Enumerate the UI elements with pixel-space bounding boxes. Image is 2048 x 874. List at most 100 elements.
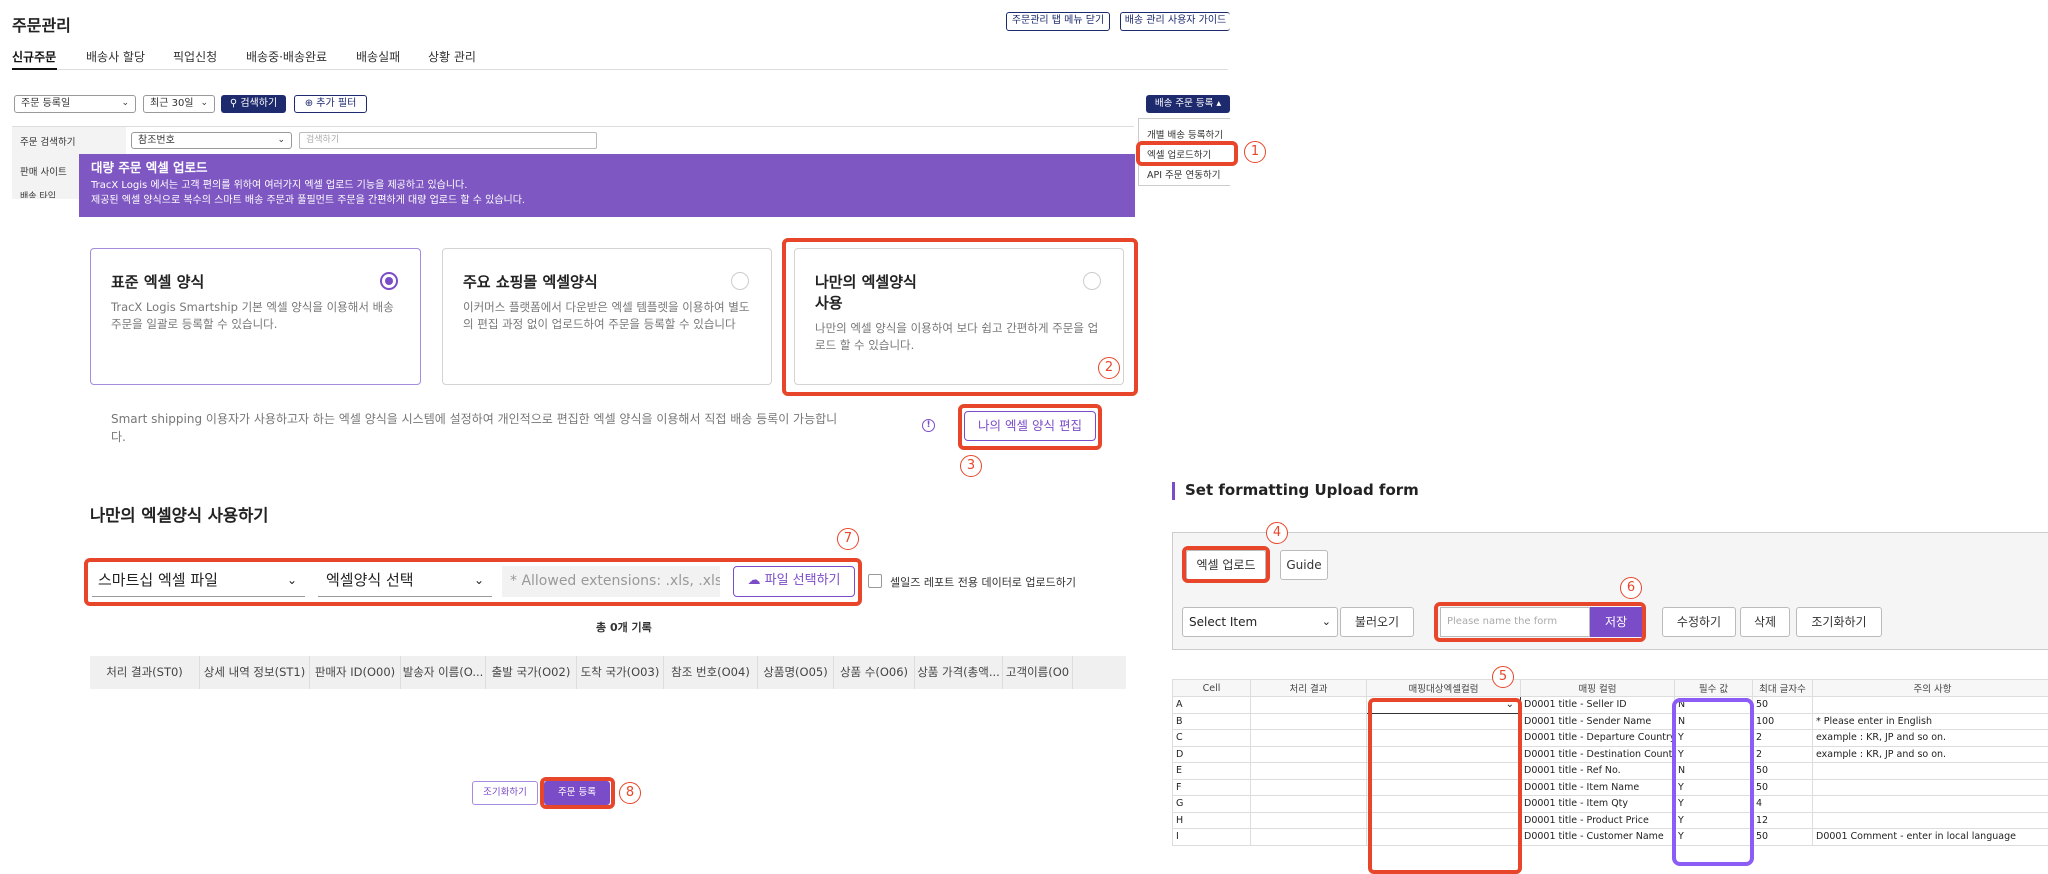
edit-form-button[interactable]: 수정하기 — [1662, 607, 1736, 637]
max-length-cell: 50 — [1752, 778, 1813, 796]
sales-report-checkbox[interactable] — [868, 574, 882, 588]
user-guide-button[interactable]: 배송 관리 사용자 가이드 — [1120, 12, 1230, 31]
mapping-column-cell: D0001 title - Sender Name — [1520, 712, 1675, 730]
note-cell: example : KR, JP and so on. — [1812, 745, 2048, 763]
menu-item-api[interactable]: API 주문 연동하기 — [1147, 167, 1221, 181]
reset-form-button[interactable]: 조기화하기 — [1796, 607, 1882, 637]
mapping-target-select[interactable] — [1366, 712, 1521, 730]
card-title: 표준 엑셀 양식 — [111, 273, 205, 291]
mapping-column-cell: D0001 title - Customer Name — [1520, 828, 1675, 846]
process-result-cell — [1250, 729, 1367, 747]
marker-8: 8 — [619, 782, 641, 804]
submit-order-button[interactable]: 주문 등록 — [544, 781, 610, 805]
file-type-select[interactable]: 스마트십 엑셀 파일 ⌄ — [92, 566, 305, 597]
cell-letter: F — [1172, 778, 1251, 796]
form-select[interactable]: 엑셀양식 선택 ⌄ — [318, 566, 492, 597]
banner-line-2: 제공된 엑셀 양식으로 복수의 스마트 배송 주문과 풀필먼트 주문을 간편하게… — [91, 195, 526, 206]
format-panel-title: Set formatting Upload form — [1185, 481, 1419, 499]
marker-6: 6 — [1620, 577, 1642, 599]
marker-3: 3 — [960, 455, 982, 477]
result-column-header: 출발 국가(O02) — [486, 656, 577, 689]
search-label-site: 판매 사이트 — [20, 167, 67, 178]
tab-shipping[interactable]: 배송중·배송완료 — [246, 48, 327, 65]
bulk-upload-banner: 대량 주문 엑셀 업로드 TracX Logis 에서는 고객 편의를 위하여 … — [79, 154, 1135, 217]
note-cell: example : KR, JP and so on. — [1812, 729, 2048, 747]
mapping-column-header: Cell — [1172, 679, 1251, 697]
mapping-target-select[interactable] — [1366, 729, 1521, 747]
format-panel-accent — [1172, 482, 1175, 500]
process-result-cell — [1250, 811, 1367, 829]
choose-file-button[interactable]: ☁ 파일 선택하기 — [733, 566, 855, 597]
cell-letter: D — [1172, 745, 1251, 763]
max-length-cell: 100 — [1752, 712, 1813, 730]
result-column-header: 상세 내역 정보(ST1) — [200, 656, 310, 689]
mapping-column-cell: D0001 title - Seller ID — [1520, 696, 1675, 714]
register-order-button[interactable]: 배송 주문 등록 ▴ — [1146, 95, 1230, 113]
mapping-column-cell: D0001 title - Departure Country — [1520, 729, 1675, 747]
register-dropdown: 개별 배송 등록하기 엑셀 업로드하기 API 주문 연동하기 — [1138, 118, 1230, 186]
tab-status[interactable]: 상황 관리 — [428, 48, 476, 65]
load-button[interactable]: 불러오기 — [1340, 607, 1414, 637]
mapping-target-select[interactable] — [1366, 795, 1521, 813]
mapping-target-select[interactable] — [1366, 762, 1521, 780]
required-value-cell: Y — [1674, 795, 1753, 813]
process-result-cell — [1250, 828, 1367, 846]
required-value-cell: Y — [1674, 745, 1753, 763]
banner-line-1: TracX Logis 에서는 고객 편의를 위하여 여러가지 엑셀 업로드 기… — [91, 180, 468, 191]
tab-pickup[interactable]: 픽업신청 — [173, 48, 217, 65]
menu-item-excel-upload[interactable]: 엑셀 업로드하기 — [1147, 147, 1211, 161]
tab-guide[interactable]: Guide — [1280, 550, 1328, 580]
process-result-cell — [1250, 696, 1367, 714]
select-item-dropdown[interactable]: Select Item ⌄ — [1182, 607, 1338, 637]
my-form-title: 나만의 엑셀양식 사용하기 — [90, 506, 269, 525]
tab-new-order[interactable]: 신규주문 — [12, 48, 56, 65]
card-shopping-mall-excel[interactable]: 주요 쇼핑몰 엑셀양식 이커머스 플랫폼에서 다운받은 엑셀 템플렛을 이용하여… — [442, 248, 772, 385]
note-cell — [1812, 811, 2048, 829]
save-form-button[interactable]: 저장 — [1590, 607, 1642, 637]
file-path-input[interactable]: * Allowed extensions: .xls, .xlsx — [502, 566, 720, 597]
mapping-target-select[interactable] — [1366, 745, 1521, 763]
period-select[interactable]: 최근 30일 ⌄ — [143, 95, 215, 113]
search-field-select[interactable]: 참조번호 ⌄ — [131, 132, 292, 149]
card-title-line-1: 나만의 엑셀양식 — [815, 273, 917, 291]
reset-button[interactable]: 조기화하기 — [472, 781, 538, 805]
radio-unselected[interactable] — [1083, 272, 1101, 290]
required-value-cell: N — [1674, 762, 1753, 780]
max-length-cell: 4 — [1752, 795, 1813, 813]
card-my-excel[interactable]: 나만의 엑셀양식 사용 나만의 엑셀 양식을 이용하여 보다 쉽고 간편하게 주… — [794, 248, 1124, 385]
result-table-header: 처리 결과(ST0) 상세 내역 정보(ST1) 판매자 ID(O00) 발송자 이름… — [90, 656, 1126, 689]
marker-4: 4 — [1266, 522, 1288, 544]
result-column-header: 발송자 이름(O... — [401, 656, 486, 689]
radio-selected[interactable] — [380, 272, 398, 290]
mapping-column-header: 매핑 컬럼 — [1520, 679, 1675, 697]
form-name-input[interactable]: Please name the form — [1440, 607, 1590, 637]
card-title-line-2: 사용 — [815, 294, 843, 312]
tab-excel-upload[interactable]: 엑셀 업로드 — [1186, 550, 1266, 580]
chevron-down-icon: ⌄ — [286, 573, 297, 587]
mapping-target-select[interactable]: ⌄ — [1366, 696, 1521, 714]
tab-failed[interactable]: 배송실패 — [356, 48, 400, 65]
mapping-target-select[interactable] — [1366, 778, 1521, 796]
date-type-select[interactable]: 주문 등록일 ⌄ — [14, 95, 136, 113]
mapping-row: E D0001 title - Ref No. N 50 — [1172, 762, 2048, 780]
menu-item-individual[interactable]: 개별 배송 등록하기 — [1147, 127, 1223, 141]
close-menu-button[interactable]: 주문관리 탭 메뉴 닫기 — [1006, 12, 1110, 31]
result-column-header: 처리 결과(ST0) — [90, 656, 200, 689]
mapping-target-select[interactable] — [1366, 828, 1521, 846]
delete-form-button[interactable]: 삭제 — [1740, 607, 1790, 637]
mapping-row: F D0001 title - Item Name Y 50 — [1172, 778, 2048, 796]
tab-active-underline — [12, 68, 57, 70]
edit-my-excel-button[interactable]: 나의 엑셀 양식 편집 — [964, 411, 1096, 441]
mapping-target-select[interactable] — [1366, 811, 1521, 829]
radio-unselected[interactable] — [731, 272, 749, 290]
process-result-cell — [1250, 762, 1367, 780]
mapping-table: Cell 처리 결과 매핑대상엑셀컬럼 매핑 컬럼 필수 값 최대 글자수 주의 사항 A ⌄… — [1172, 679, 2048, 846]
cell-letter: I — [1172, 828, 1251, 846]
search-input[interactable]: 검색하기 — [299, 132, 597, 149]
card-standard-excel[interactable]: 표준 엑셀 양식 TracX Logis Smartship 기본 엑셀 양식을… — [90, 248, 421, 385]
tab-carrier-assign[interactable]: 배송사 할당 — [86, 48, 145, 65]
add-filter-button[interactable]: ⊕ 추가 필터 — [294, 95, 367, 113]
result-column-header: 상품명(O05) — [758, 656, 834, 689]
search-button[interactable]: ⚲ 검색하기 — [221, 95, 286, 113]
chevron-down-icon: ⌄ — [1505, 699, 1514, 711]
